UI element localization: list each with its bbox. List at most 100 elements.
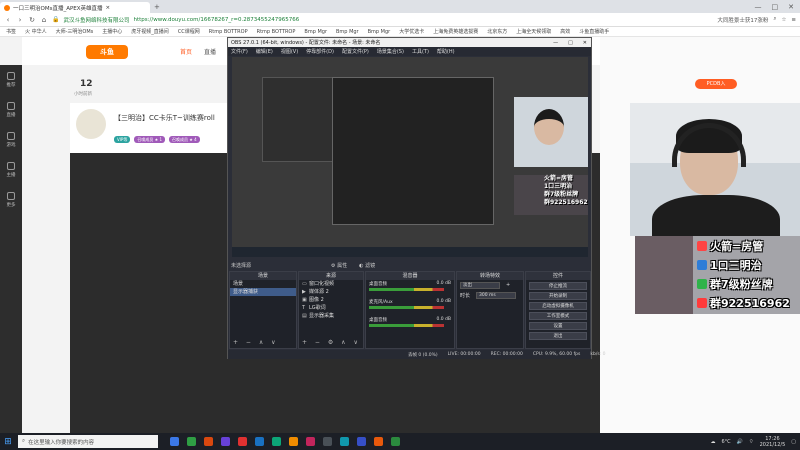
bookmark-item[interactable]: 高效 xyxy=(560,28,570,35)
obs-close-icon[interactable]: ✕ xyxy=(583,40,587,46)
source-item[interactable]: ▭ 窗口化视频 xyxy=(299,280,363,288)
taskbar-app-icon[interactable] xyxy=(306,437,315,446)
transition-add-icon[interactable]: + xyxy=(506,282,510,288)
sidebar-item-game[interactable]: 游戏 xyxy=(0,125,22,155)
sidebar-item-streamer[interactable]: 主播 xyxy=(0,155,22,185)
taskbar-search-input[interactable]: ⌕ 在这里输入你要搜索的内容 xyxy=(18,435,158,448)
bookmark-item[interactable]: CC课程网 xyxy=(178,28,200,35)
menu-icon[interactable]: ≡ xyxy=(791,17,796,23)
pcdb-button[interactable]: PCDB入 xyxy=(695,79,737,89)
taskbar-app-icon[interactable] xyxy=(187,437,196,446)
bookmark-item[interactable]: 虎牙视频_直播间 xyxy=(131,28,169,35)
news-ticker[interactable]: 大同胜景士获17涨粉 xyxy=(717,16,768,24)
bookmark-item[interactable]: Bmp Mgr xyxy=(304,29,327,35)
settings-button[interactable]: 设置 xyxy=(529,322,587,330)
home-icon[interactable]: ⌂ xyxy=(40,16,48,24)
bookmark-item[interactable]: 上海免费英雄选拔赛 xyxy=(433,28,478,35)
filters-button[interactable]: ◐ 滤镜 xyxy=(359,262,375,269)
taskbar-app-icon[interactable] xyxy=(272,437,281,446)
scene-item[interactable]: 显示器捕获 xyxy=(230,288,296,296)
taskbar-app-icon[interactable] xyxy=(391,437,400,446)
notification-icon[interactable]: ▢ xyxy=(791,439,796,445)
stop-stream-button[interactable]: 停止推流 xyxy=(529,282,587,290)
browser-tab[interactable]: 一口三明治OMs直播_APEX英雄直播 × xyxy=(0,2,150,13)
room-badge[interactable]: 召唤成员 ★ 1 xyxy=(134,136,166,143)
exit-button[interactable]: 退出 xyxy=(529,332,587,340)
obs-maximize-icon[interactable]: □ xyxy=(568,40,573,46)
close-icon[interactable]: × xyxy=(106,5,111,11)
windows-start-icon[interactable]: ⊞ xyxy=(0,437,16,447)
taskbar-app-icon[interactable] xyxy=(204,437,213,446)
bookmark-item[interactable]: 火 中华人 xyxy=(25,28,47,35)
studio-mode-button[interactable]: 工作室模式 xyxy=(529,312,587,320)
close-window-icon[interactable]: ✕ xyxy=(788,3,794,11)
source-item[interactable]: T LG歌词 xyxy=(299,304,363,312)
bookmark-item[interactable]: 北京东方 xyxy=(487,28,507,35)
new-tab-icon[interactable]: + xyxy=(154,3,160,11)
transition-select[interactable]: 淡出 xyxy=(460,281,500,289)
room-badge[interactable]: VIP等 xyxy=(114,136,131,143)
weather-icon[interactable]: ☁ xyxy=(711,439,716,445)
nav-home[interactable]: 首页 xyxy=(180,47,192,56)
obs-menu-item[interactable]: 场景集合(S) xyxy=(377,48,404,55)
volume-meter[interactable] xyxy=(369,324,444,327)
maximize-icon[interactable]: □ xyxy=(772,3,779,11)
room-badge[interactable]: 召唤成员 ★ 4 xyxy=(169,136,200,143)
obs-menu-item[interactable]: 帮助(H) xyxy=(437,48,455,55)
bookmark-item[interactable]: 主播中心 xyxy=(102,28,122,35)
bookmark-item[interactable]: 斗鱼直播助手 xyxy=(579,28,609,35)
source-item[interactable]: ▤ 显示器采集 xyxy=(299,312,363,320)
taskbar-app-icon[interactable] xyxy=(340,437,349,446)
bookmark-item[interactable]: 上海全天候领取 xyxy=(516,28,551,35)
source-controls[interactable]: + − ⚙ ∧ ∨ xyxy=(302,339,361,346)
obs-menu-item[interactable]: 文件(F) xyxy=(231,48,248,55)
room-avatar[interactable] xyxy=(76,109,106,139)
taskbar-app-icon[interactable] xyxy=(238,437,247,446)
obs-menu-item[interactable]: 视图(V) xyxy=(281,48,298,55)
duration-input[interactable]: 300 ms xyxy=(476,291,517,299)
properties-button[interactable]: ⚙ 属性 xyxy=(331,262,347,269)
network-icon[interactable]: ⌔ xyxy=(749,439,754,445)
forward-icon[interactable]: › xyxy=(16,16,24,24)
sidebar-item-recommend[interactable]: 推荐 xyxy=(0,65,22,95)
refresh-icon[interactable]: ↻ xyxy=(28,16,36,24)
search-icon[interactable]: ⌕ xyxy=(773,16,776,23)
star-icon[interactable]: ☆ xyxy=(781,17,786,23)
scene-item[interactable]: 场景 xyxy=(230,280,296,288)
start-record-button[interactable]: 开始录制 xyxy=(529,292,587,300)
taskbar-app-icon[interactable] xyxy=(170,437,179,446)
bookmark-item[interactable]: 书签 xyxy=(6,28,16,35)
taskbar-app-icon[interactable] xyxy=(289,437,298,446)
bookmark-item[interactable]: Bmp Mgr xyxy=(336,29,359,35)
volume-meter[interactable] xyxy=(369,288,444,291)
scene-controls[interactable]: + − ∧ ∨ xyxy=(233,339,279,346)
obs-menu-item[interactable]: 停靠部件(D) xyxy=(306,48,334,55)
bookmark-item[interactable]: Bmp Mgr xyxy=(368,29,391,35)
taskbar-app-icon[interactable] xyxy=(374,437,383,446)
obs-minimize-icon[interactable]: — xyxy=(553,40,558,46)
nav-live[interactable]: 直播 xyxy=(204,47,216,56)
taskbar-app-icon[interactable] xyxy=(357,437,366,446)
back-icon[interactable]: ‹ xyxy=(4,16,12,24)
volume-meter[interactable] xyxy=(369,306,444,309)
virtual-camera-button[interactable]: 启动虚拟摄像机 xyxy=(529,302,587,310)
url-input[interactable]: https://www.douyu.com/16678267_r=0.28734… xyxy=(134,17,714,23)
obs-menu-item[interactable]: 编辑(E) xyxy=(256,48,273,55)
volume-icon[interactable]: 🔊 xyxy=(737,439,743,445)
obs-menu-item[interactable]: 工具(T) xyxy=(412,48,429,55)
taskbar-app-icon[interactable] xyxy=(221,437,230,446)
sidebar-item-more[interactable]: 更多 xyxy=(0,185,22,215)
bookmark-item[interactable]: Rtmp BOTTROP xyxy=(257,29,296,35)
minimize-icon[interactable]: — xyxy=(755,3,762,11)
taskbar-app-icon[interactable] xyxy=(323,437,332,446)
source-item[interactable]: ▶ 媒体源 2 xyxy=(299,288,363,296)
obs-menu-item[interactable]: 配置文件(P) xyxy=(342,48,369,55)
clock[interactable]: 17:26 2021/12/5 xyxy=(760,436,786,448)
bookmark-item[interactable]: Rtmp BOTTROP xyxy=(209,29,248,35)
obs-preview[interactable]: 火箭=房管 1口三明治 群7级粉丝牌 群922516962 xyxy=(232,57,588,257)
bookmark-item[interactable]: 大学优选卡 xyxy=(399,28,424,35)
douyu-logo[interactable]: 斗鱼 xyxy=(86,45,128,59)
taskbar-app-icon[interactable] xyxy=(255,437,264,446)
sidebar-item-live[interactable]: 直播 xyxy=(0,95,22,125)
bookmark-item[interactable]: 大师-三明治OMs xyxy=(56,28,94,35)
